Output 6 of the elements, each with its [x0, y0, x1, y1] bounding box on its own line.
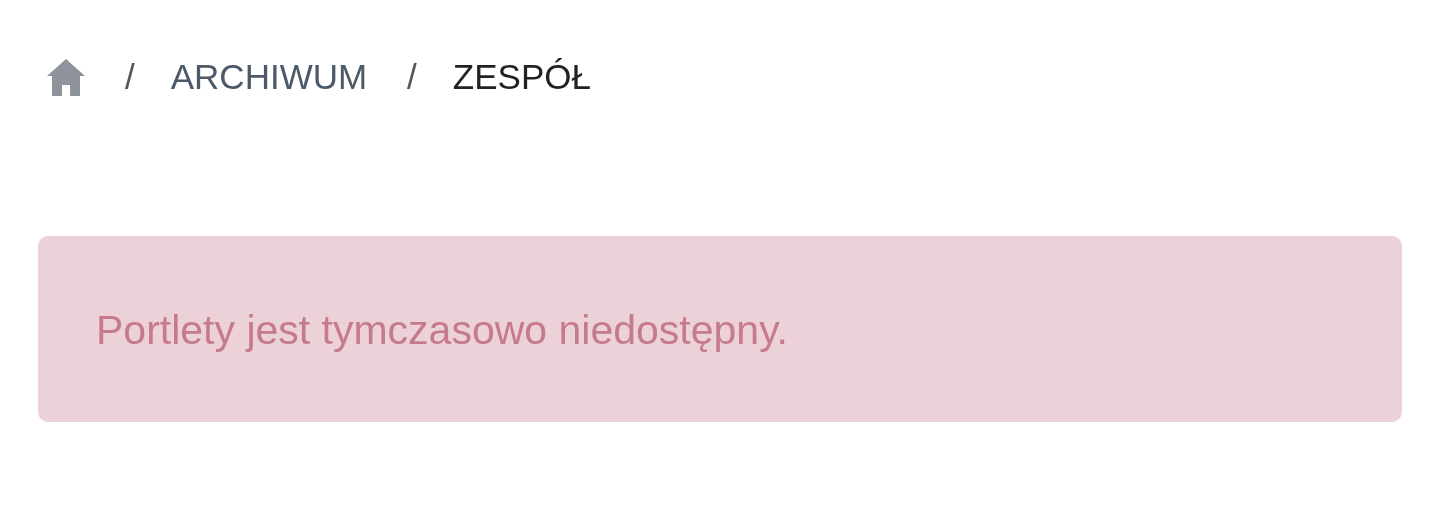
breadcrumb-link[interactable]: ARCHIWUM [170, 57, 368, 97]
breadcrumb-separator: / [407, 57, 417, 97]
alert-message: Portlety jest tymczasowo niedostępny. [96, 306, 789, 355]
breadcrumb-current: ZESPÓŁ [452, 57, 591, 97]
breadcrumb-separator: / [125, 57, 135, 97]
home-icon[interactable] [47, 58, 85, 96]
